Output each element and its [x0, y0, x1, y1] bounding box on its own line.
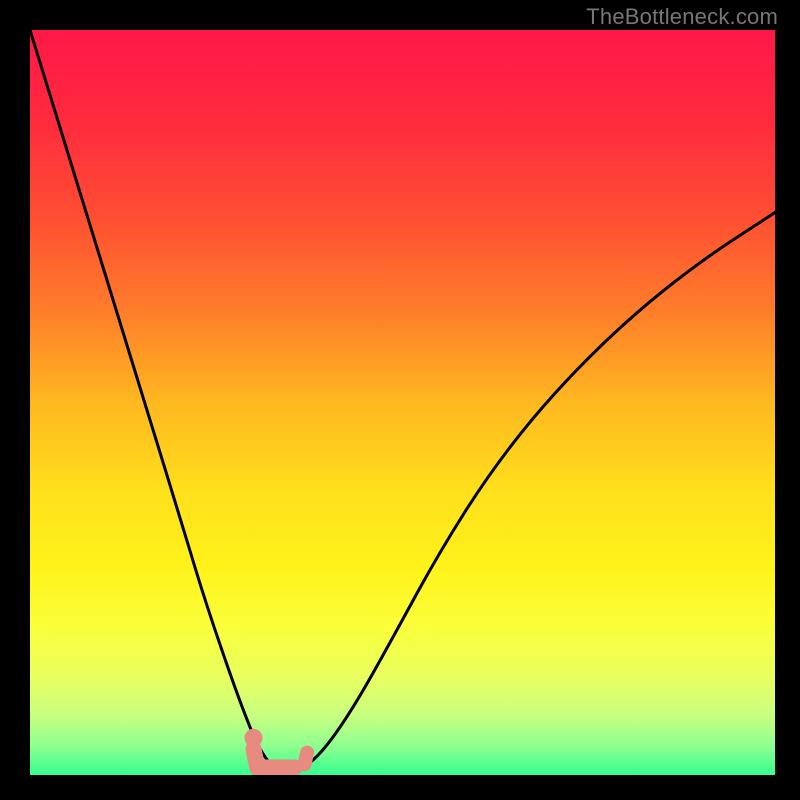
- minimum-marker: [245, 729, 308, 768]
- curve-layer: [30, 30, 775, 775]
- chart-frame: TheBottleneck.com: [0, 0, 800, 800]
- watermark-text: TheBottleneck.com: [586, 4, 778, 30]
- marker-tick: [305, 753, 308, 765]
- plot-area: [30, 30, 775, 775]
- bottleneck-curve: [30, 30, 775, 770]
